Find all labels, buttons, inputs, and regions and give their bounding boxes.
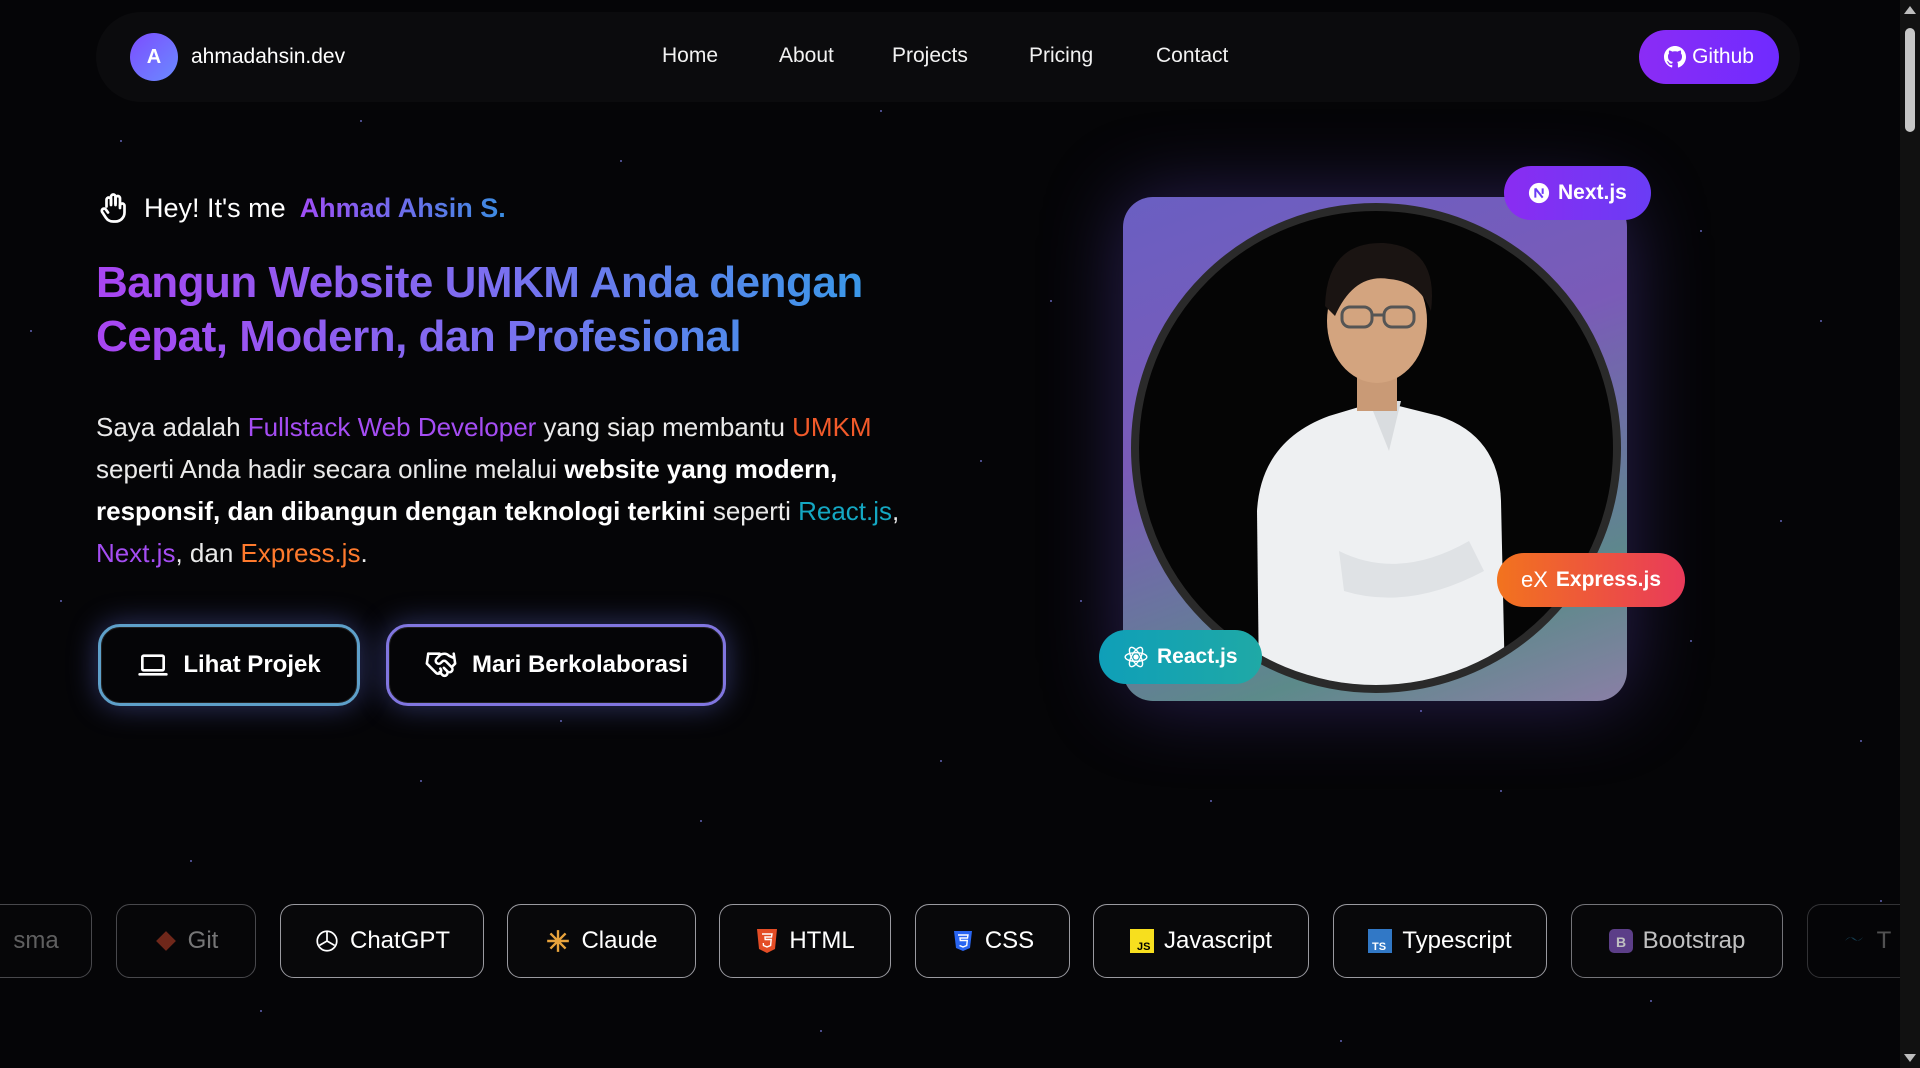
- greeting-name: Ahmad Ahsin S.: [299, 192, 506, 223]
- desc-umkm: UMKM: [792, 412, 872, 442]
- expressjs-chip-label: Express.js: [1555, 568, 1661, 591]
- laptop-icon: [138, 654, 168, 676]
- brand-avatar: A: [130, 33, 178, 81]
- view-projects-button[interactable]: Lihat Projek: [98, 624, 360, 706]
- chatgpt-icon: [316, 930, 338, 952]
- tech-item-css: CSS: [915, 904, 1070, 978]
- tech-label: ChatGPT: [349, 927, 451, 954]
- nav-link-about[interactable]: About: [779, 44, 834, 68]
- svg-text:B: B: [1616, 934, 1626, 950]
- html5-icon: [757, 929, 778, 953]
- handshake-icon: [425, 652, 457, 678]
- tech-item-figma: sma: [0, 904, 92, 978]
- desc-text: seperti Anda hadir secara online melalui: [96, 454, 565, 484]
- desc-next: Next.js: [96, 538, 176, 568]
- tech-item-git: Git: [116, 904, 256, 978]
- desc-text: .: [360, 538, 368, 568]
- desc-role: Fullstack Web Developer: [247, 412, 537, 442]
- desc-text: seperti: [705, 496, 799, 526]
- react-icon: [1124, 646, 1148, 668]
- desc-text: yang siap membantu: [536, 412, 793, 442]
- tailwind-icon: [1844, 937, 1863, 941]
- tech-item-typescript: TS Typescript: [1333, 904, 1547, 978]
- claude-icon: [547, 930, 570, 952]
- nav-link-pricing[interactable]: Pricing: [1029, 44, 1093, 68]
- scrollbar-thumb[interactable]: [1905, 28, 1915, 132]
- page-scrollbar[interactable]: [1900, 0, 1920, 1068]
- collaborate-button[interactable]: Mari Berkolaborasi: [386, 624, 726, 706]
- tech-item-chatgpt: ChatGPT: [280, 904, 484, 978]
- tech-item-javascript: JS Javascript: [1093, 904, 1309, 978]
- github-button[interactable]: Github: [1639, 30, 1779, 84]
- desc-react: React.js: [798, 496, 893, 526]
- view-projects-label: Lihat Projek: [183, 651, 321, 678]
- bootstrap-icon: B: [1608, 929, 1633, 953]
- tech-item-bootstrap: B Bootstrap: [1571, 904, 1783, 978]
- top-navbar: A ahmadahsin.dev Home About Projects Pri…: [96, 12, 1800, 102]
- tech-label: sma: [13, 927, 59, 954]
- scroll-up-icon[interactable]: [1904, 6, 1916, 14]
- scroll-down-icon[interactable]: [1904, 1054, 1916, 1062]
- javascript-icon: JS: [1129, 929, 1154, 953]
- nav-link-contact[interactable]: Contact: [1156, 44, 1228, 68]
- nextjs-icon: [1528, 182, 1550, 204]
- tech-item-claude: Claude: [507, 904, 696, 978]
- express-icon: eX: [1521, 567, 1548, 592]
- hero-greeting: Hey! It's me Ahmad Ahsin S.: [96, 190, 506, 226]
- desc-text: , dan: [175, 538, 241, 568]
- tech-label: Git: [187, 927, 219, 954]
- tech-label: Javascript: [1163, 927, 1273, 954]
- tech-label: Typescript: [1402, 927, 1512, 954]
- nextjs-chip: Next.js: [1504, 166, 1651, 220]
- tech-label: HTML: [789, 927, 855, 954]
- reactjs-chip: React.js: [1099, 630, 1262, 684]
- desc-express: Express.js: [240, 538, 361, 568]
- tech-label: CSS: [984, 927, 1035, 954]
- tech-label: Claude: [581, 927, 658, 954]
- greeting-prefix: Hey! It's me: [144, 192, 286, 223]
- tech-item-html: HTML: [719, 904, 891, 978]
- reactjs-chip-label: React.js: [1157, 645, 1238, 668]
- nextjs-chip-label: Next.js: [1558, 181, 1627, 204]
- waving-hand-icon: [100, 193, 126, 223]
- tech-label: Bootstrap: [1642, 927, 1746, 954]
- hero-description: Saya adalah Fullstack Web Developer yang…: [96, 406, 926, 574]
- css3-icon: [953, 931, 972, 951]
- brand[interactable]: A ahmadahsin.dev: [130, 33, 345, 81]
- typescript-icon: TS: [1368, 929, 1393, 953]
- github-label: Github: [1692, 45, 1754, 68]
- profile-photo: [1131, 203, 1621, 693]
- svg-text:TS: TS: [1372, 941, 1386, 953]
- collaborate-label: Mari Berkolaborasi: [471, 651, 689, 678]
- nav-link-projects[interactable]: Projects: [892, 44, 968, 68]
- git-icon: [155, 931, 176, 951]
- desc-text: ,: [892, 496, 900, 526]
- expressjs-chip: eX Express.js: [1497, 553, 1685, 607]
- brand-name: ahmadahsin.dev: [191, 45, 346, 68]
- hero-headline: Bangun Website UMKM Anda dengan Cepat, M…: [96, 256, 956, 364]
- person-silhouette: [1257, 242, 1505, 685]
- svg-text:JS: JS: [1137, 941, 1150, 953]
- desc-text: Saya adalah: [96, 412, 248, 442]
- tech-label: T: [1876, 927, 1892, 954]
- github-icon: [1664, 46, 1687, 68]
- nav-link-home[interactable]: Home: [662, 44, 718, 68]
